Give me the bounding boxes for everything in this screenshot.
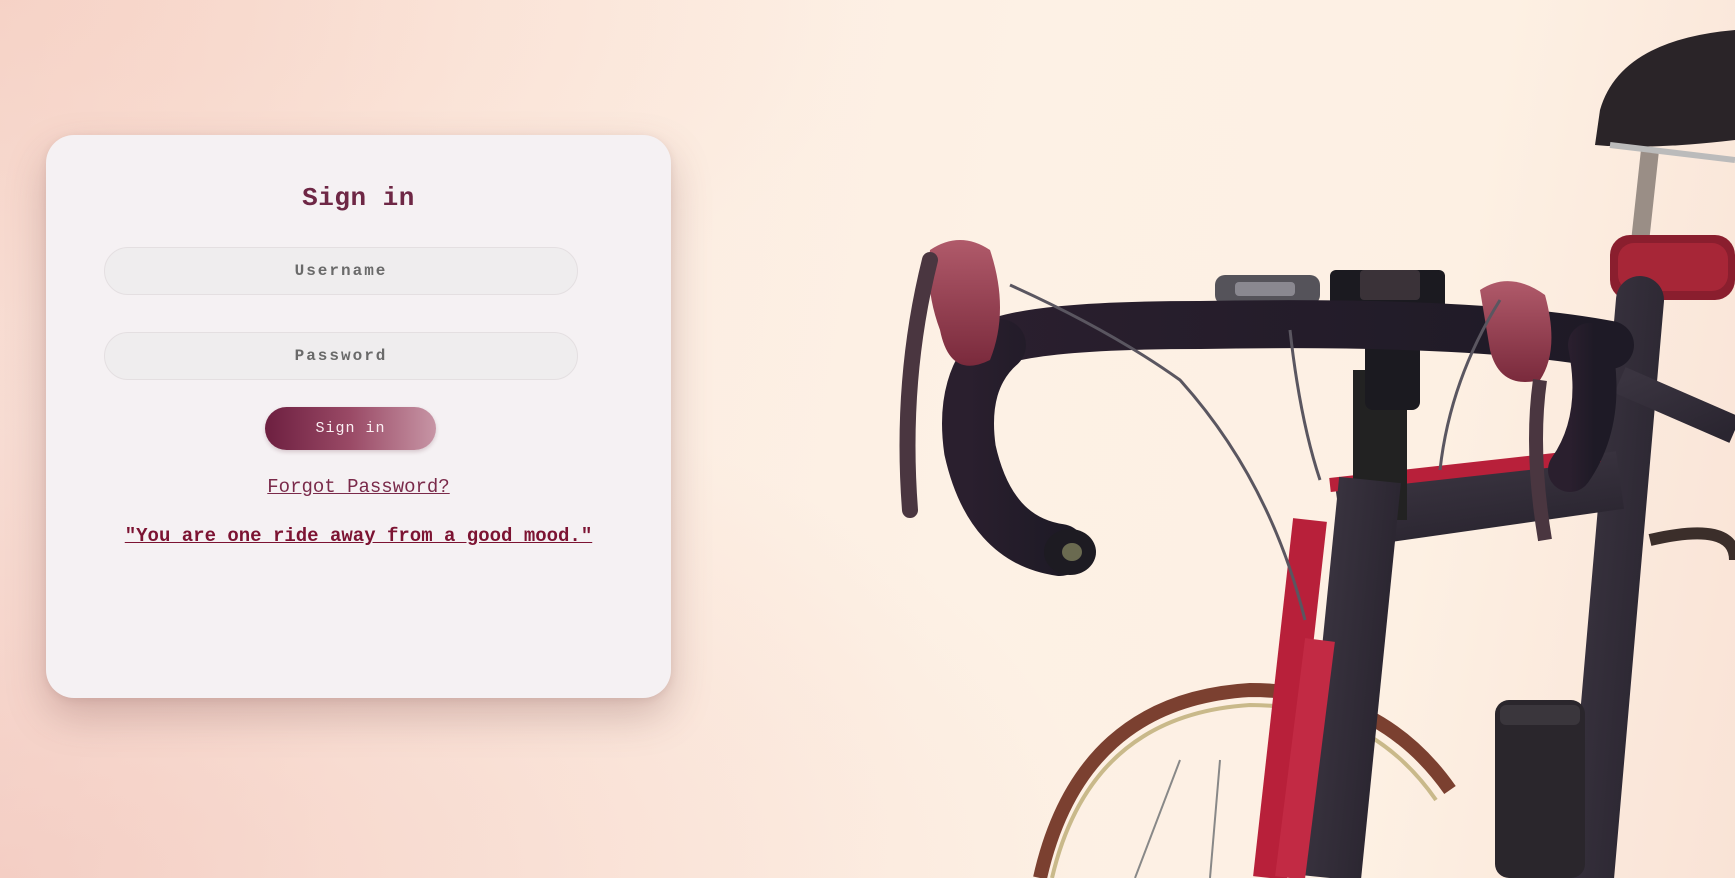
- page-title: Sign in: [302, 183, 415, 213]
- password-input[interactable]: [104, 332, 578, 380]
- username-input[interactable]: [104, 247, 578, 295]
- sign-in-button[interactable]: Sign in: [265, 407, 436, 450]
- motivational-quote: "You are one ride away from a good mood.…: [124, 525, 593, 547]
- forgot-password-link[interactable]: Forgot Password?: [46, 476, 671, 498]
- login-card: Sign in Sign in Forgot Password? "You ar…: [46, 135, 671, 698]
